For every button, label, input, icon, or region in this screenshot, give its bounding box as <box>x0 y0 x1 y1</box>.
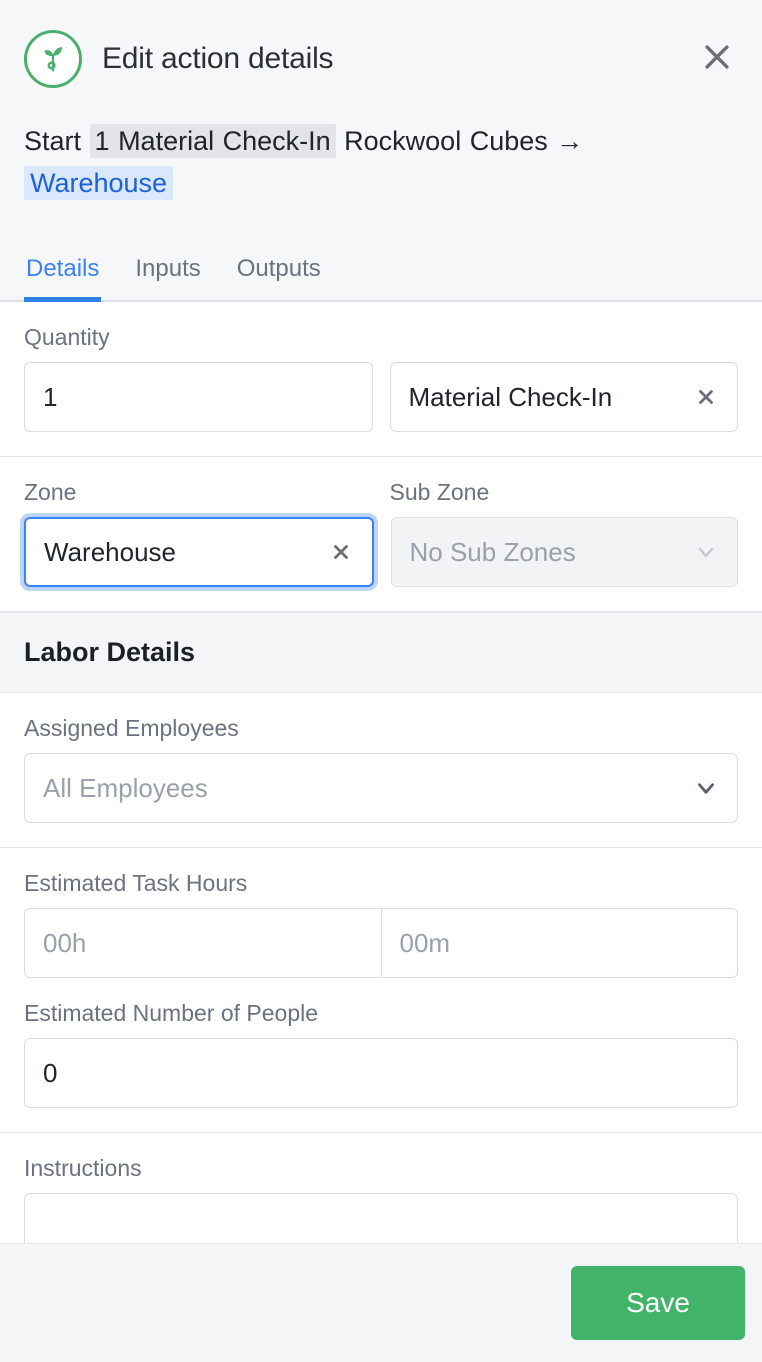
chevron-down-icon <box>693 539 719 565</box>
zone-label: Zone <box>24 479 77 505</box>
estimated-people-input[interactable]: 0 <box>24 1038 738 1108</box>
assigned-employees-section: Assigned Employees All Employees <box>0 693 762 848</box>
action-type-input[interactable]: Material Check-In <box>389 362 738 432</box>
breadcrumb-item-name: Rockwool Cubes <box>344 126 548 156</box>
assigned-employees-placeholder: All Employees <box>43 772 208 803</box>
sub-zone-placeholder: No Sub Zones <box>409 536 576 567</box>
zone-section: Zone Sub Zone Warehouse No Sub Zones <box>0 457 762 612</box>
breadcrumb-prefix: Start <box>24 126 82 156</box>
zone-labels-row: Zone Sub Zone <box>24 479 738 517</box>
quantity-row: 1 Material Check-In <box>24 362 738 432</box>
estimates-section: Estimated Task Hours 00h 00m Estimated N… <box>0 848 762 1133</box>
chevron-down-icon <box>693 775 719 801</box>
clear-action-type-icon[interactable] <box>693 384 719 410</box>
tab-bar: Details Inputs Outputs <box>24 247 323 302</box>
breadcrumb: Start 1 Material Check-In Rockwool Cubes… <box>24 120 664 204</box>
sub-zone-select[interactable]: No Sub Zones <box>390 517 738 587</box>
estimated-task-hours-label: Estimated Task Hours <box>24 870 248 896</box>
breadcrumb-step-chip[interactable]: 1 Material Check-In <box>89 124 336 158</box>
quantity-label: Quantity <box>24 324 110 350</box>
action-type-value: Material Check-In <box>408 381 613 412</box>
assigned-employees-label: Assigned Employees <box>24 715 239 741</box>
tab-details[interactable]: Details <box>24 247 102 302</box>
estimated-people-value: 0 <box>43 1057 58 1088</box>
tab-inputs[interactable]: Inputs <box>133 247 202 302</box>
header-top-row: Edit action details <box>24 22 738 96</box>
tab-outputs[interactable]: Outputs <box>235 247 323 302</box>
modal-footer: Save <box>0 1243 762 1362</box>
minutes-field[interactable]: 00m <box>380 909 738 977</box>
instructions-label: Instructions <box>24 1155 142 1181</box>
clear-zone-icon[interactable] <box>328 539 354 565</box>
quantity-input[interactable]: 1 <box>24 362 373 432</box>
zone-value: Warehouse <box>44 536 176 567</box>
assigned-employees-select[interactable]: All Employees <box>24 753 738 823</box>
sub-zone-label: Sub Zone <box>389 479 490 505</box>
edit-action-details-modal: Edit action details Start 1 Material Che… <box>0 0 762 1362</box>
hours-field[interactable]: 00h <box>25 909 381 977</box>
close-icon[interactable] <box>694 34 740 80</box>
modal-header: Edit action details Start 1 Material Che… <box>0 0 762 302</box>
zone-input[interactable]: Warehouse <box>24 517 374 587</box>
arrow-right-icon: → <box>556 126 584 156</box>
quantity-section: Quantity 1 Material Check-In <box>0 302 762 457</box>
breadcrumb-zone-link[interactable]: Warehouse <box>24 166 174 201</box>
instructions-section: Instructions <box>0 1133 762 1243</box>
page-title: Edit action details <box>102 42 334 75</box>
labor-details-header: Labor Details <box>0 612 762 693</box>
estimated-task-hours-input[interactable]: 00h 00m <box>24 908 738 978</box>
sprout-icon <box>24 30 82 88</box>
modal-body: Quantity 1 Material Check-In Zone Sub Zo… <box>0 302 762 1243</box>
quantity-value: 1 <box>43 381 58 412</box>
estimated-people-label: Estimated Number of People <box>24 1000 319 1026</box>
labor-details-title: Labor Details <box>24 637 196 667</box>
zone-inputs-row: Warehouse No Sub Zones <box>24 517 738 587</box>
instructions-textarea[interactable] <box>24 1193 738 1243</box>
save-button[interactable]: Save <box>571 1266 745 1340</box>
